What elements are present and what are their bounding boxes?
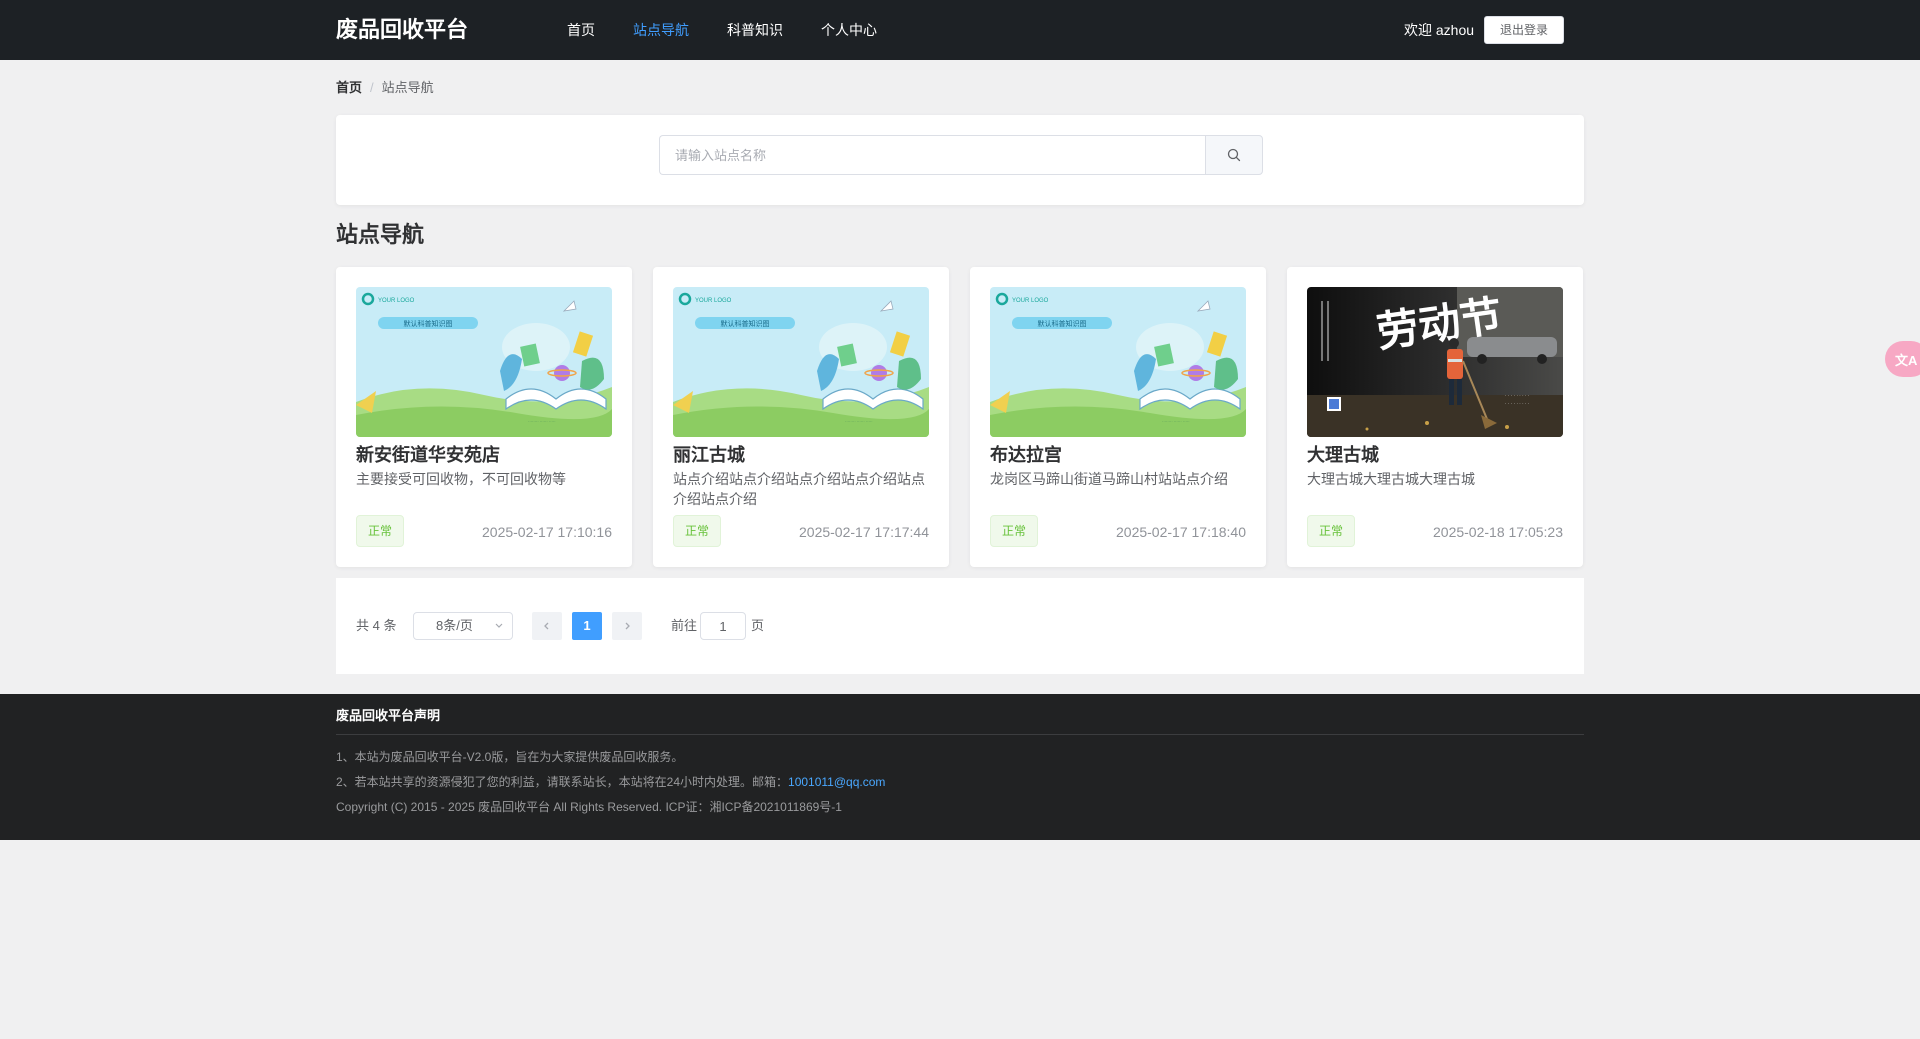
footer-divider (336, 734, 1584, 735)
svg-text:········ ······ ·····: ········ ······ ····· (1162, 419, 1190, 424)
image-banner-text: 默认科普知识图 (721, 319, 770, 328)
next-page-button[interactable] (612, 612, 642, 640)
chevron-left-icon (544, 622, 549, 630)
image-logo-text: YOUR LOGO (1012, 298, 1049, 304)
chevron-down-icon (494, 613, 504, 648)
footer-statement-2: 2、若本站共享的资源侵犯了您的利益，请联系站长，本站将在24小时内处理。邮箱：1… (336, 774, 885, 790)
site-created-time: 2025-02-17 17:10:16 (482, 524, 612, 540)
status-badge: 正常 (1307, 515, 1356, 547)
svg-text:········ ······ ·····: ········ ······ ····· (845, 419, 873, 424)
site-image: YOUR LOGO 默认科普知识图 ········ ······ ····· (990, 287, 1246, 437)
search-panel (336, 115, 1584, 205)
site-description: 大理古城大理古城大理古城 (1307, 471, 1475, 487)
footer-copyright: Copyright (C) 2015 - 2025 废品回收平台 All Rig… (336, 800, 842, 814)
nav-science-knowledge[interactable]: 科普知识 (708, 0, 802, 60)
site-image: 劳动节 · · · · · · · · · · · · · · · · · · (1307, 287, 1563, 437)
footer: 废品回收平台声明 1、本站为废品回收平台-V2.0版，旨在为大家提供废品回收服务… (0, 694, 1920, 840)
footer-email-link[interactable]: 1001011@qq.com (788, 775, 885, 789)
search-icon (1227, 148, 1241, 162)
site-image: YOUR LOGO 默认科普知识图 ········ ······ ····· (356, 287, 612, 437)
image-logo-text: YOUR LOGO (695, 298, 732, 304)
nav-personal-center[interactable]: 个人中心 (802, 0, 896, 60)
welcome-text: 欢迎 azhou (1404, 22, 1475, 38)
svg-text:· · · · · · · · ·: · · · · · · · · · (1505, 394, 1529, 399)
prev-page-button[interactable] (532, 612, 562, 640)
site-name: 大理古城 (1307, 445, 1379, 465)
status-badge: 正常 (356, 515, 405, 547)
search-input[interactable] (659, 135, 1205, 175)
site-name: 丽江古城 (673, 445, 745, 465)
site-name: 新安街道华安苑店 (356, 445, 500, 465)
page-size-select[interactable]: 8条/页 (413, 612, 513, 640)
breadcrumb-separator: / (370, 80, 374, 95)
site-card[interactable]: YOUR LOGO 默认科普知识图 ········ ······ ····· … (970, 267, 1266, 567)
svg-text:· · · · · · · · ·: · · · · · · · · · (1505, 402, 1529, 407)
site-card[interactable]: 劳动节 · · · · · · · · · · · · · · · · · · … (1287, 267, 1583, 567)
image-logo-text: YOUR LOGO (378, 298, 415, 304)
section-title: 站点导航 (336, 222, 425, 247)
site-created-time: 2025-02-17 17:17:44 (799, 524, 929, 540)
nav-site-navigation[interactable]: 站点导航 (614, 0, 708, 60)
footer-statement-1: 1、本站为废品回收平台-V2.0版，旨在为大家提供废品回收服务。 (336, 750, 684, 764)
site-created-time: 2025-02-18 17:05:23 (1433, 524, 1563, 540)
page-number-1[interactable]: 1 (572, 612, 602, 640)
site-created-time: 2025-02-17 17:18:40 (1116, 524, 1246, 540)
search-button[interactable] (1205, 135, 1263, 175)
top-navbar: 废品回收平台 首页 站点导航 科普知识 个人中心 欢迎 azhou 退出登录 (0, 0, 1920, 60)
site-description: 龙岗区马蹄山街道马蹄山村站站点介绍 (990, 471, 1228, 487)
image-banner-text: 默认科普知识图 (404, 319, 453, 328)
translate-float-button[interactable]: 文A (1885, 341, 1920, 377)
site-card-list: YOUR LOGO 默认科普知识图 ········ ······ ····· … (336, 267, 1584, 567)
site-image: YOUR LOGO 默认科普知识图 ········ ······ ····· (673, 287, 929, 437)
goto-page-input[interactable] (700, 612, 746, 640)
image-banner-text: 默认科普知识图 (1038, 319, 1087, 328)
pagination: 共 4 条 8条/页 1 前往 页 (336, 578, 1584, 674)
logout-button[interactable]: 退出登录 (1484, 16, 1564, 44)
main-nav: 首页 站点导航 科普知识 个人中心 (548, 0, 896, 60)
status-badge: 正常 (673, 515, 722, 547)
nav-home[interactable]: 首页 (548, 0, 614, 60)
site-description: 主要接受可回收物，不可回收物等 (356, 471, 566, 487)
page-size-value: 8条/页 (436, 618, 473, 633)
goto-label: 前往 (671, 618, 698, 633)
status-badge: 正常 (990, 515, 1039, 547)
goto-page-suffix: 页 (751, 618, 765, 633)
site-card[interactable]: YOUR LOGO 默认科普知识图 ········ ······ ····· … (336, 267, 632, 567)
site-description: 站点介绍站点介绍站点介绍站点介绍站点介绍站点介绍 (673, 471, 925, 507)
breadcrumb-home[interactable]: 首页 (336, 80, 362, 95)
translate-icon: 文A (1895, 352, 1918, 368)
footer-statement-2-text: 2、若本站共享的资源侵犯了您的利益，请联系站长，本站将在24小时内处理。邮箱： (336, 775, 789, 789)
breadcrumb: 首页 / 站点导航 (336, 79, 434, 97)
svg-text:········ ······ ·····: ········ ······ ····· (528, 419, 556, 424)
breadcrumb-current: 站点导航 (381, 80, 434, 95)
site-name: 布达拉宫 (990, 445, 1062, 465)
site-card[interactable]: YOUR LOGO 默认科普知识图 ········ ······ ····· … (653, 267, 949, 567)
brand-title[interactable]: 废品回收平台 (336, 15, 468, 45)
chevron-right-icon (625, 622, 630, 630)
footer-title: 废品回收平台声明 (336, 708, 441, 723)
pagination-total: 共 4 条 (356, 618, 397, 633)
